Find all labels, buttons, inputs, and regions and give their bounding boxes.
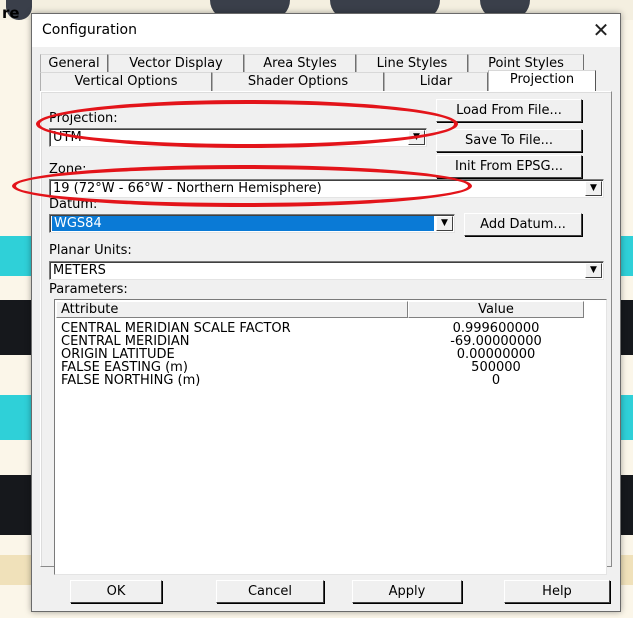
zone-value: 19 (72°W - 66°W - Northern Hemisphere) — [53, 181, 322, 196]
tab-line-styles[interactable]: Line Styles — [356, 54, 468, 73]
tab-general[interactable]: General — [40, 54, 108, 73]
configuration-dialog: Configuration ✕ General Vector Display A… — [31, 13, 621, 612]
chevron-down-icon[interactable]: ▼ — [408, 130, 425, 145]
zone-select[interactable]: 19 (72°W - 66°W - Northern Hemisphere) ▼ — [49, 179, 604, 198]
datum-label: Datum: — [49, 197, 98, 212]
tab-shader-options[interactable]: Shader Options — [212, 72, 384, 91]
tab-vertical-options[interactable]: Vertical Options — [40, 72, 212, 91]
tab-vector-display[interactable]: Vector Display — [108, 54, 244, 73]
planar-units-label: Planar Units: — [49, 243, 132, 258]
column-header-attribute[interactable]: Attribute — [56, 301, 408, 318]
init-from-epsg-button[interactable]: Init From EPSG... — [436, 155, 582, 178]
apply-button[interactable]: Apply — [352, 580, 462, 603]
ok-button[interactable]: OK — [70, 580, 162, 603]
chevron-down-icon[interactable]: ▼ — [585, 263, 602, 278]
background-label: re — [2, 4, 20, 22]
tab-area-styles[interactable]: Area Styles — [244, 54, 356, 73]
row-value: 0 — [491, 373, 501, 388]
planar-units-value: METERS — [53, 263, 106, 278]
column-header-value[interactable]: Value — [408, 301, 584, 318]
planar-units-select[interactable]: METERS ▼ — [49, 261, 604, 280]
row-attribute: FALSE NORTHING (m) — [61, 373, 201, 388]
tab-lidar[interactable]: Lidar — [384, 72, 488, 91]
projection-label: Projection: — [49, 111, 118, 126]
tab-row-2: Vertical Options Shader Options Lidar Pr… — [40, 70, 614, 92]
close-icon[interactable]: ✕ — [582, 14, 620, 47]
zone-label: Zone: — [49, 162, 87, 177]
add-datum-button[interactable]: Add Datum... — [464, 213, 582, 236]
column-header-value-label: Value — [478, 302, 514, 317]
dialog-title: Configuration — [42, 22, 137, 38]
help-button[interactable]: Help — [504, 580, 610, 603]
projection-select[interactable]: UTM ▼ — [49, 128, 427, 147]
datum-select[interactable]: WGS84 ▼ — [49, 214, 455, 233]
column-header-attribute-label: Attribute — [61, 302, 119, 317]
parameters-list[interactable]: Attribute Value CENTRAL MERIDIAN SCALE F… — [54, 299, 607, 575]
tab-projection[interactable]: Projection — [488, 70, 596, 92]
save-to-file-button[interactable]: Save To File... — [436, 129, 582, 152]
projection-value: UTM — [53, 130, 82, 145]
table-row[interactable]: FALSE NORTHING (m) 0 — [55, 374, 606, 387]
title-bar: Configuration ✕ — [32, 14, 620, 47]
chevron-down-icon[interactable]: ▼ — [436, 216, 453, 231]
datum-value: WGS84 — [52, 216, 434, 231]
load-from-file-button[interactable]: Load From File... — [436, 99, 582, 122]
cancel-button[interactable]: Cancel — [216, 580, 324, 603]
parameters-label: Parameters: — [49, 282, 128, 297]
chevron-down-icon[interactable]: ▼ — [585, 181, 602, 196]
